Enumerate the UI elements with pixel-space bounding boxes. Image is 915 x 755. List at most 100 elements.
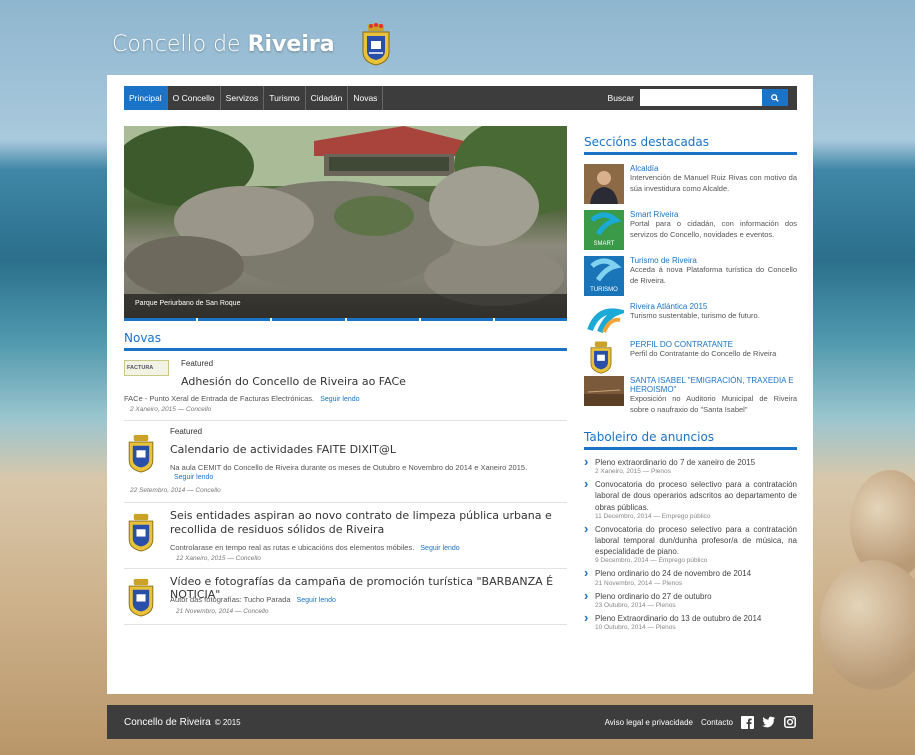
news-excerpt: FACe - Punto Xeral de Entrada de Factura… (124, 394, 360, 403)
news-item: FACTURA Featured Adhesión do Concello de… (124, 351, 567, 421)
smart-riveira-logo: SMART (584, 210, 624, 250)
main-navbar: Principal O Concello Servizos Turismo Ci… (124, 86, 797, 110)
board-item[interactable]: Pleno extraordinario do 7 de xaneiro de … (584, 454, 797, 475)
news-meta: 12 Xaneiro, 2015 — Concello (176, 555, 261, 562)
twitter-icon[interactable] (762, 716, 775, 729)
read-more-link[interactable]: Seguir lendo (174, 474, 213, 481)
featured-section-desc: Perfil do Contratante do Concello de Riv… (630, 349, 777, 358)
board-item-meta: 11 Decembro, 2014 — Emprego público (595, 512, 711, 520)
mayor-photo (584, 164, 624, 204)
featured-section-title[interactable]: Turismo de Riveira (630, 256, 697, 265)
board-item[interactable]: Convocatoria do proceso selectivo para a… (584, 476, 797, 520)
coat-of-arms-icon (128, 578, 154, 617)
legal-link[interactable]: Aviso legal e privacidade (605, 718, 693, 727)
board-item-title[interactable]: Pleno ordinario do 27 de outubro (595, 591, 797, 602)
board-item-meta: 9 Decembro, 2014 — Emprego público (595, 557, 708, 565)
featured-section-desc: Acceda á nova Plataforma turística do Co… (630, 265, 797, 285)
novas-section: Novas FACTURA Featured Adhesión do Conce… (124, 331, 567, 625)
news-excerpt-text: Autor das fotografías: Tucho Parada (170, 595, 291, 604)
board-item-title[interactable]: Convocatoria do proceso selectivo para a… (595, 524, 797, 558)
board-item[interactable]: Pleno ordinario do 24 de novembro de 201… (584, 565, 797, 586)
site-title-prefix: Concello de (112, 31, 248, 57)
news-item: Vídeo e fotografías da campaña de promoc… (124, 569, 567, 625)
board-item-title[interactable]: Convocatoria do proceso selectivo para a… (595, 479, 797, 513)
slider-dot[interactable] (494, 318, 568, 321)
news-excerpt: Controlarase en tempo real as rutas e ub… (170, 543, 460, 552)
featured-section-desc: Portal para o cidadán, con información d… (630, 219, 797, 239)
site-title-bold: Riveira (247, 31, 335, 57)
news-title-link[interactable]: Calendario de actividades FAITE DIXIT@L (170, 443, 396, 456)
slider-dot[interactable] (198, 318, 271, 321)
svg-text:TURISMO: TURISMO (590, 287, 618, 293)
slider-pagination (124, 318, 568, 321)
news-meta: 21 Novembro, 2014 — Concello (176, 608, 269, 615)
sidebar: Seccións destacadas Alcaldía Intervenció… (584, 135, 797, 635)
news-meta: 2 Xaneiro, 2015 — Concello (130, 406, 212, 413)
read-more-link[interactable]: Seguir lendo (320, 396, 359, 403)
board-item[interactable]: Pleno Extraordinario do 13 de outubro de… (584, 610, 797, 631)
hero-slider[interactable]: Parque Periurbano de San Roque (124, 126, 567, 318)
featured-section-title[interactable]: Alcaldía (630, 164, 658, 173)
search-label: Buscar (607, 93, 634, 103)
slider-dot[interactable] (124, 318, 197, 321)
slide-image (124, 126, 567, 306)
santa-isabel-photo (584, 376, 624, 406)
featured-section-item[interactable]: SMART Smart Riveira Portal para o cidadá… (584, 210, 797, 250)
search-input[interactable] (640, 89, 762, 106)
board-item[interactable]: Pleno ordinario do 27 de outubro 23 Outu… (584, 587, 797, 609)
featured-section-desc: Exposición no Auditorio Municipal de Riv… (630, 394, 797, 414)
site-title-link[interactable]: Concello de Riveira (112, 32, 335, 57)
featured-section-item[interactable]: Alcaldía Intervención de Manuel Ruiz Riv… (584, 164, 797, 204)
page-container: Principal O Concello Servizos Turismo Ci… (107, 75, 813, 694)
featured-section-item[interactable]: SANTA ISABEL "EMIGRACIÓN, TRAXEDIA E HER… (584, 376, 797, 416)
news-meta: 22 Setembro, 2014 — Concello (130, 487, 221, 494)
read-more-link[interactable]: Seguir lendo (420, 545, 459, 552)
search-icon (771, 93, 779, 102)
footer-copyright: © 2015 (214, 717, 241, 727)
background-rock (820, 560, 915, 690)
news-title-link[interactable]: Adhesión do Concello de Riveira ao FACe (181, 375, 406, 388)
nav-item-cidadan[interactable]: Cidadán (306, 86, 349, 110)
featured-section-item[interactable]: TURISMO Turismo de Riveira Acceda á nova… (584, 256, 797, 296)
featured-section-title[interactable]: Riveira Atlántica 2015 (630, 302, 707, 311)
nav-item-novas[interactable]: Novas (348, 86, 384, 110)
site-header: Concello de Riveira (112, 14, 393, 74)
news-title-link[interactable]: Seis entidades aspiran ao novo contrato … (170, 509, 565, 538)
svg-text:SMART: SMART (594, 241, 615, 247)
featured-label: Featured (181, 359, 214, 368)
coat-of-arms-icon (128, 513, 154, 552)
featured-section-desc: Turismo sustentable, turismo de futuro. (630, 311, 760, 320)
nav-item-turismo[interactable]: Turismo (264, 86, 306, 110)
board-item-title[interactable]: Pleno extraordinario do 7 de xaneiro de … (595, 457, 797, 468)
footer-brand: Concello de Riveira (124, 716, 211, 728)
featured-section-title[interactable]: Smart Riveira (630, 210, 678, 219)
nav-item-o-concello[interactable]: O Concello (168, 86, 221, 110)
taboleiro-heading: Taboleiro de anuncios (584, 430, 797, 450)
featured-section-item[interactable]: PERFIL DO CONTRATANTE Perfil do Contrata… (584, 340, 797, 374)
news-excerpt-text: Controlarase en tempo real as rutas e ub… (170, 543, 415, 552)
read-more-link[interactable]: Seguir lendo (297, 597, 336, 604)
board-item-title[interactable]: Pleno Extraordinario do 13 de outubro de… (595, 613, 797, 624)
search-button[interactable] (762, 89, 788, 106)
slider-dot[interactable] (420, 318, 493, 321)
board-item-title[interactable]: Pleno ordinario do 24 de novembro de 201… (595, 568, 797, 579)
news-excerpt-text: FACe - Punto Xeral de Entrada de Factura… (124, 394, 315, 403)
instagram-icon[interactable] (783, 716, 796, 729)
board-item[interactable]: Convocatoria do proceso selectivo para a… (584, 521, 797, 565)
contact-link[interactable]: Contacto (701, 718, 733, 727)
facebook-icon[interactable] (741, 715, 754, 729)
slider-dot[interactable] (272, 318, 345, 321)
board-item-meta: 23 Outubro, 2014 — Plenos (595, 601, 676, 609)
slider-dot[interactable] (346, 318, 419, 321)
featured-section-title[interactable]: PERFIL DO CONTRATANTE (630, 340, 733, 349)
news-item: Featured Calendario de actividades FAITE… (124, 421, 567, 503)
coat-of-arms-icon (128, 434, 154, 473)
seccions-heading: Seccións destacadas (584, 135, 797, 155)
slide-caption: Parque Periurbano de San Roque (124, 294, 567, 318)
riveira-atlantica-logo (584, 302, 624, 342)
featured-section-title[interactable]: SANTA ISABEL "EMIGRACIÓN, TRAXEDIA E HER… (630, 376, 794, 394)
nav-item-servizos[interactable]: Servizos (221, 86, 265, 110)
featured-section-item[interactable]: Riveira Atlántica 2015 Turismo sustentab… (584, 302, 797, 342)
nav-item-principal[interactable]: Principal (124, 86, 168, 110)
news-excerpt: Autor das fotografías: Tucho Parada Segu… (170, 595, 336, 604)
